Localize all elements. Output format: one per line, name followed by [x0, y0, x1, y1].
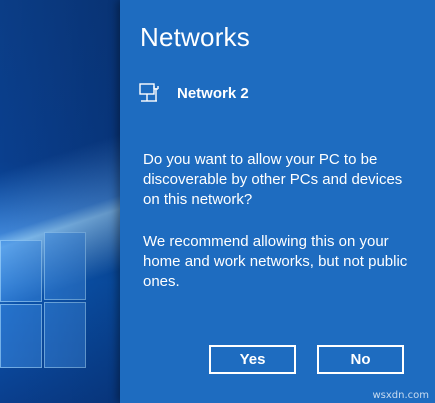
desktop-wallpaper	[0, 0, 120, 403]
network-entry: Network 2	[138, 82, 249, 104]
network-name: Network 2	[177, 84, 249, 102]
networks-flyout: Networks Network 2 Do you want to allow …	[120, 0, 435, 403]
recommendation-text: We recommend allowing this on your home …	[143, 233, 408, 290]
screen: Networks Network 2 Do you want to allow …	[0, 0, 435, 403]
watermark: wsxdn.com	[372, 390, 429, 401]
yes-button[interactable]: Yes	[209, 345, 296, 374]
discoverable-question: Do you want to allow your PC to be disco…	[143, 151, 403, 208]
no-button[interactable]: No	[317, 345, 404, 374]
flyout-title: Networks	[140, 22, 250, 52]
wallpaper-shade	[0, 0, 120, 403]
wired-network-icon	[139, 83, 159, 102]
